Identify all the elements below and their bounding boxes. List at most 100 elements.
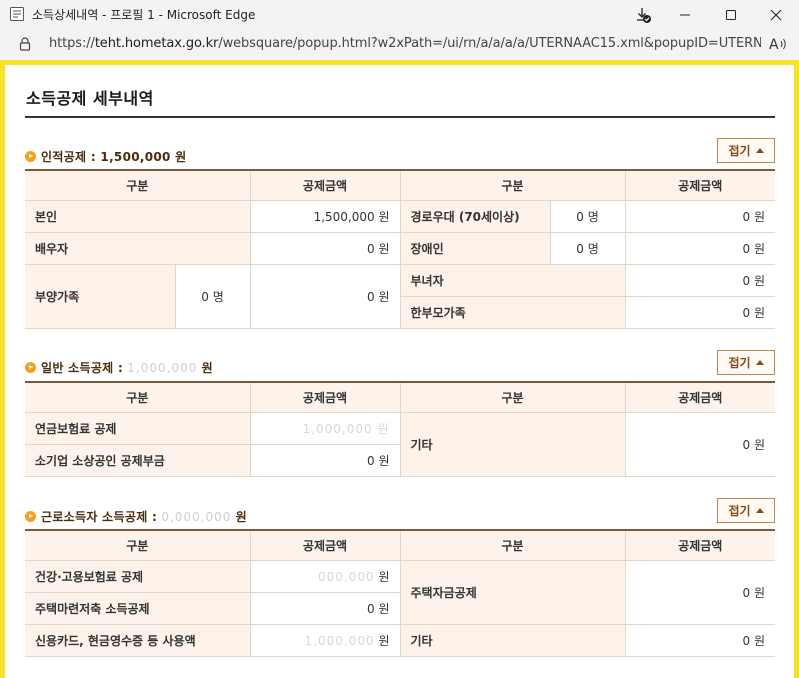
row-label: 기타: [399, 411, 626, 477]
address-bar: https://teht.hometax.go.kr/websquare/pop…: [0, 29, 799, 60]
url-scheme: https://: [49, 36, 95, 51]
row-amount: 1,000,000 원: [249, 623, 401, 657]
row-amount: 0 원: [624, 295, 775, 329]
fold-button-personal[interactable]: 접기: [717, 138, 775, 163]
row-count: 0 명: [549, 231, 626, 265]
row-amount: 0 원: [624, 231, 775, 265]
row-label: 주택마련저축 소득공제: [25, 591, 251, 625]
close-icon: [770, 9, 782, 20]
unit-label: 원: [378, 569, 390, 584]
caret-up-icon: [755, 148, 764, 153]
close-button[interactable]: [753, 0, 799, 29]
row-amount: 0 원: [624, 559, 775, 625]
read-aloud-icon[interactable]: A: [768, 35, 788, 53]
unit-label: 원: [378, 633, 390, 648]
maximize-button[interactable]: [708, 0, 754, 29]
section-earned-income-title: 근로소득자 소득공제 : 0,000,000 원: [25, 508, 247, 525]
header-amount: 공제금액: [624, 529, 775, 561]
table-header-row: 구분 공제금액 구분 공제금액: [25, 381, 775, 413]
title-divider: [25, 116, 775, 118]
url-text[interactable]: https://teht.hometax.go.kr/websquare/pop…: [49, 36, 761, 51]
row-amount: 0 원: [624, 411, 775, 477]
window-titlebar: 소득상세내역 - 프로필 1 - Microsoft Edge: [0, 0, 799, 29]
header-category: 구분: [399, 169, 626, 201]
bullet-arrow-icon: [25, 362, 36, 373]
row-count: 0 명: [174, 263, 251, 329]
fold-label: 접기: [728, 504, 751, 518]
page-title: 소득공제 세부내역: [26, 89, 154, 108]
section-general-title: 일반 소득공제 : 1,000,000 원: [25, 359, 213, 376]
fold-button-general[interactable]: 접기: [717, 350, 775, 375]
bullet-arrow-icon: [25, 511, 36, 522]
downloads-button[interactable]: [620, 0, 666, 29]
header-amount: 공제금액: [624, 381, 775, 413]
download-icon: [637, 7, 651, 23]
lock-icon[interactable]: [18, 36, 32, 52]
table-row: 본인 1,500,000 원 경로우대 (70세이상) 0 명 0 원: [25, 199, 775, 233]
row-amount: 0 원: [249, 263, 401, 329]
row-label: 신용카드, 현금영수증 등 사용액: [25, 623, 251, 657]
row-label: 장애인: [399, 231, 551, 265]
personal-deduction-table: 구분 공제금액 구분 공제금액 본인 1,500,000 원 경로우대 (70세…: [25, 169, 775, 329]
fold-label: 접기: [728, 356, 751, 370]
masked-amount: 0,000,000: [161, 509, 232, 524]
unit-label: 원: [201, 361, 213, 375]
row-label: 배우자: [25, 231, 251, 265]
table-row: 부양가족 0 명 0 원 부녀자 0 원: [25, 263, 775, 329]
row-amount: 1,500,000 원: [249, 199, 401, 233]
header-category: 구분: [25, 169, 251, 201]
section-general-heading: 일반 소득공제 :: [41, 361, 124, 375]
fold-label: 접기: [728, 144, 751, 158]
table-row: 건강·고용보험료 공제 000,000 원 주택자금공제 0 원: [25, 559, 775, 625]
row-label: 건강·고용보험료 공제: [25, 559, 251, 593]
fold-button-earned-income[interactable]: 접기: [717, 498, 775, 523]
url-path: /websquare/popup.html?w2xPath=/ui/rn/a/a…: [218, 36, 761, 51]
row-amount: 000,000 원: [249, 559, 401, 593]
table-row: 신용카드, 현금영수증 등 사용액 1,000,000 원 기타 0 원: [25, 623, 775, 657]
row-label: 기타: [399, 623, 626, 657]
table-header-row: 구분 공제금액 구분 공제금액: [25, 529, 775, 561]
section-personal-title: 인적공제 : 1,500,000 원: [25, 148, 187, 165]
header-amount: 공제금액: [249, 169, 401, 201]
row-label: 경로우대 (70세이상): [399, 199, 551, 233]
caret-up-icon: [755, 360, 764, 365]
header-category: 구분: [399, 381, 626, 413]
section-personal-heading: 인적공제 : 1,500,000 원: [41, 150, 187, 164]
table-row: 연금보험료 공제 1,000,000 원 기타 0 원: [25, 411, 775, 477]
row-amount: 0 원: [624, 263, 775, 297]
row-label: 부양가족: [25, 263, 176, 329]
row-label: 연금보험료 공제: [25, 411, 251, 445]
svg-text:A: A: [769, 37, 779, 53]
row-amount: 0 원: [624, 623, 775, 657]
bullet-arrow-icon: [25, 151, 36, 162]
row-amount: 0 원: [624, 199, 775, 233]
row-count: 0 명: [549, 199, 626, 233]
header-amount: 공제금액: [249, 381, 401, 413]
table-header-row: 구분 공제금액 구분 공제금액: [25, 169, 775, 201]
maximize-icon: [726, 9, 736, 20]
header-amount: 공제금액: [624, 169, 775, 201]
general-deduction-table: 구분 공제금액 구분 공제금액 연금보험료 공제 1,000,000 원 기타 …: [25, 381, 775, 477]
row-amount: 0 원: [249, 591, 400, 625]
header-category: 구분: [399, 529, 626, 561]
table-row: 배우자 0 원 장애인 0 명 0 원: [25, 231, 775, 265]
masked-amount: 1,000,000: [304, 633, 375, 648]
masked-amount: 000,000: [318, 569, 375, 584]
minimize-button[interactable]: [662, 0, 708, 29]
row-amount: 1,000,000 원: [249, 411, 401, 445]
masked-amount: 1,000,000 원: [302, 421, 390, 436]
url-host: teht.hometax.go.kr: [94, 36, 219, 51]
row-label: 소기업 소상공인 공제부금: [25, 443, 251, 477]
masked-amount: 1,000,000: [127, 360, 198, 375]
unit-label: 원: [235, 510, 247, 524]
section-earned-income-heading: 근로소득자 소득공제 :: [41, 510, 158, 524]
page-icon: [10, 7, 24, 21]
row-label: 주택자금공제: [399, 559, 626, 625]
row-label: 한부모가족: [400, 295, 626, 329]
header-category: 구분: [25, 529, 251, 561]
row-amount: 0 원: [249, 443, 400, 477]
minimize-icon: [680, 14, 690, 15]
row-label: 부녀자: [399, 263, 626, 297]
row-label: 본인: [25, 199, 251, 233]
caret-up-icon: [755, 508, 764, 513]
